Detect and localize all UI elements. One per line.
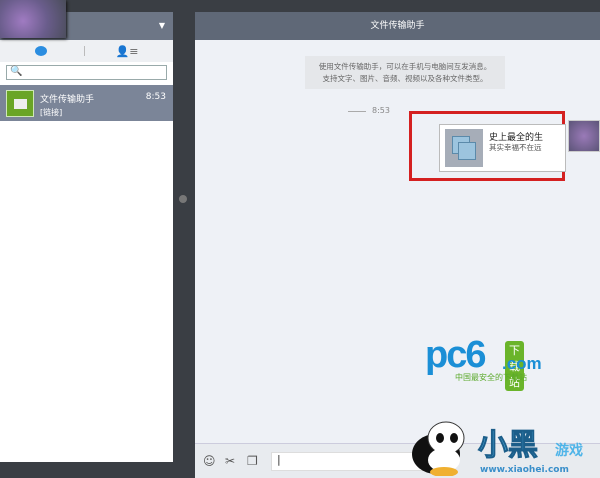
conversation-time: 8:53 xyxy=(145,92,166,102)
pc6-logo-text: pc6 xyxy=(425,334,487,376)
conversation-item[interactable]: 文件传输助手 8:53 [链接] xyxy=(0,85,173,121)
link-thumbnail-icon xyxy=(445,129,483,167)
copy-icon[interactable]: ❐ xyxy=(247,454,258,468)
screenshot-icon[interactable]: ✂ xyxy=(225,454,235,468)
sidebar-tabs: 👤≡ xyxy=(0,40,173,62)
conversation-name: 文件传输助手 xyxy=(40,95,95,105)
notice-line: 支持文字、图片、音频、视频以及各种文件类型。 xyxy=(322,74,488,83)
chat-notice: 使用文件传输助手，可以在手机与电脑间互发消息。 支持文字、图片、音频、视频以及各… xyxy=(305,56,505,89)
xiaohei-watermark: 小黑 xyxy=(478,428,539,464)
emoji-icon[interactable]: ☺ xyxy=(203,454,216,468)
menu-caret-icon[interactable]: ▼ xyxy=(159,21,165,30)
splitter-handle[interactable] xyxy=(179,195,187,203)
file-transfer-icon xyxy=(6,90,34,117)
pc6-watermark: pc6 下载站 .com 中国最安全的下载站 xyxy=(425,334,542,391)
xiaohei-games: 游戏 xyxy=(555,443,583,459)
message-timestamp: 8:53 xyxy=(348,106,390,115)
card-subtitle: 其实幸福不在远 xyxy=(489,143,542,152)
conversation-preview: [链接] xyxy=(40,108,63,117)
panda-mascot-icon xyxy=(412,421,465,476)
search-icon: 🔍 xyxy=(10,66,23,77)
chat-title: 文件传输助手 xyxy=(195,12,600,40)
tab-contacts-icon[interactable]: 👤≡ xyxy=(116,45,139,58)
sender-avatar[interactable] xyxy=(568,120,600,152)
pc6-slogan: 中国最安全的下载站 xyxy=(455,373,527,382)
tab-divider xyxy=(84,46,85,56)
my-avatar[interactable] xyxy=(0,0,66,38)
link-card-message[interactable]: 史上最全的生 其实幸福不在远 xyxy=(439,124,566,172)
sidebar: ▼ 👤≡ 🔍 文件传输助手 8:53 [链接] xyxy=(0,12,173,462)
chat-panel: 文件传输助手 使用文件传输助手，可以在手机与电脑间互发消息。 支持文字、图片、音… xyxy=(195,12,600,478)
pc6-domain: .com xyxy=(502,354,542,373)
notice-line: 使用文件传输助手，可以在手机与电脑间互发消息。 xyxy=(318,62,492,71)
tab-chats-icon[interactable] xyxy=(34,46,47,56)
xiaohei-url: www.xiaohei.com xyxy=(480,465,569,475)
search-input[interactable]: 🔍 xyxy=(6,65,167,80)
